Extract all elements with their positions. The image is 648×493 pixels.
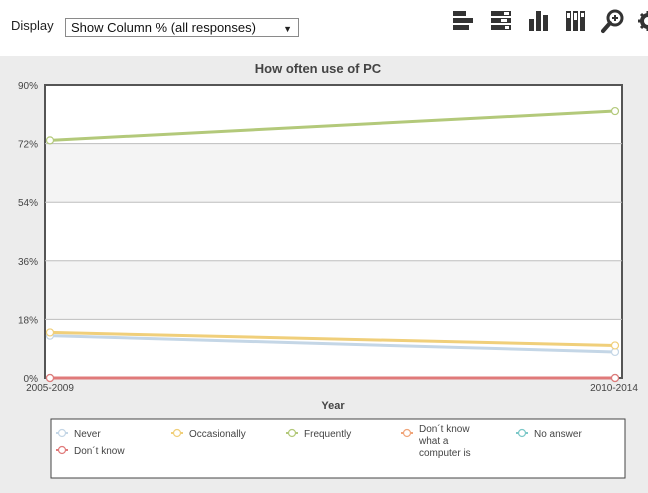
- legend-marker: [287, 428, 297, 438]
- data-point[interactable]: [610, 341, 620, 350]
- x-axis-label: Year: [321, 400, 345, 412]
- chart-title: How often use of PC: [255, 61, 382, 76]
- chart: How often use of PC 0%18%36%54%72%90% 20…: [18, 61, 638, 479]
- legend-box: [50, 418, 626, 479]
- settings-gear-icon[interactable]: [636, 8, 648, 34]
- stacked-horizontal-bar-icon[interactable]: [489, 8, 513, 34]
- plot-band: [45, 202, 622, 261]
- display-select[interactable]: Show Column % (all responses) ▼: [65, 18, 299, 37]
- plot-band: [45, 143, 622, 203]
- stacked-vertical-bar-icon[interactable]: [564, 8, 588, 34]
- data-point[interactable]: [45, 136, 55, 145]
- legend-label[interactable]: Never: [74, 429, 101, 440]
- legend-label[interactable]: No answer: [534, 429, 582, 440]
- y-tick-label: 72%: [18, 140, 38, 151]
- legend-marker: [402, 428, 412, 438]
- toolbar: Display Show Column % (all responses) ▼: [0, 0, 648, 56]
- legend-marker: [517, 428, 527, 438]
- y-tick-label: 90%: [18, 81, 38, 92]
- data-point[interactable]: [610, 106, 620, 116]
- legend-marker: [57, 428, 67, 438]
- y-tick-label: 36%: [18, 257, 38, 268]
- data-point[interactable]: [610, 373, 620, 383]
- legend-label[interactable]: Frequently: [304, 429, 351, 440]
- vertical-bar-chart-icon[interactable]: [527, 8, 551, 34]
- zoom-icon[interactable]: [601, 8, 625, 34]
- legend-label[interactable]: Occasionally: [189, 429, 246, 440]
- y-tick-label: 18%: [18, 315, 38, 326]
- legend-marker: [57, 445, 67, 455]
- data-point[interactable]: [45, 373, 55, 383]
- legend-marker: [172, 428, 182, 438]
- display-select-value: Show Column % (all responses): [71, 20, 256, 35]
- legend-label[interactable]: Don´t know: [74, 445, 125, 457]
- display-label: Display: [11, 18, 54, 33]
- horizontal-bar-chart-icon[interactable]: [451, 8, 475, 34]
- plot-band: [45, 260, 622, 320]
- y-tick-label: 54%: [18, 198, 38, 209]
- dropdown-arrow-icon: ▼: [283, 24, 292, 34]
- x-tick-label: 2010-2014: [590, 383, 638, 394]
- x-tick-label: 2005-2009: [26, 383, 74, 394]
- data-point[interactable]: [45, 328, 55, 337]
